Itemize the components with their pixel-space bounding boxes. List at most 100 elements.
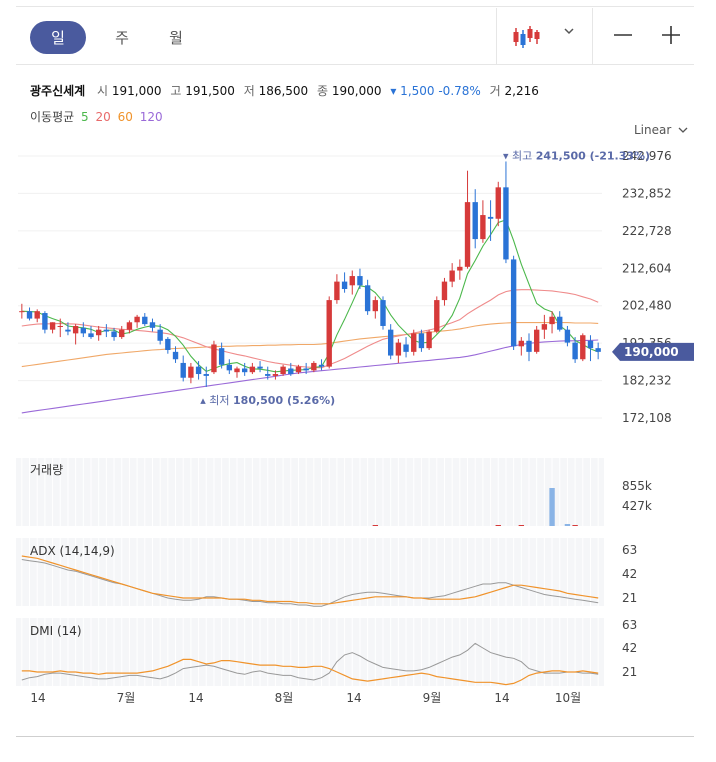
candle [311, 361, 317, 373]
candle [95, 325, 102, 341]
dmi-tick-label: 63 [622, 618, 637, 632]
candle [495, 181, 501, 227]
candle [226, 359, 233, 375]
adx-title: ADX (14,14,9) [30, 544, 115, 558]
candle-body [449, 270, 455, 282]
candle [372, 296, 379, 319]
candle-body [142, 316, 148, 325]
price-tick-label: 172,108 [622, 411, 672, 425]
candle [211, 340, 217, 375]
candle [195, 361, 202, 380]
bottom-divider [16, 736, 694, 737]
candle-body [411, 333, 417, 352]
candle-body [357, 276, 363, 286]
candle-body [257, 366, 263, 369]
candle-body [557, 316, 563, 330]
candle-body [380, 300, 386, 326]
x-tick-label: 8월 [275, 691, 294, 705]
candle-body [103, 329, 110, 332]
candle [426, 329, 432, 351]
candle [464, 170, 471, 269]
volume-panel [16, 458, 604, 526]
candle-body [395, 342, 402, 356]
volume-bar [549, 488, 555, 526]
max-label: ▾ 최고 [503, 149, 536, 162]
adx-tick-label: 42 [622, 567, 637, 581]
candle-body [311, 362, 317, 371]
candle-body [172, 351, 179, 360]
candle-body [234, 368, 240, 373]
volume-bar [495, 525, 501, 526]
candle-body [195, 366, 202, 375]
candle-body [441, 281, 448, 301]
candle-body [280, 366, 286, 375]
candle-body [426, 331, 432, 349]
candle [364, 279, 371, 315]
dmi-title: DMI (14) [30, 624, 82, 638]
candle-body [42, 313, 48, 330]
adx-tick-label: 21 [622, 591, 637, 605]
candle [234, 366, 240, 378]
candle [526, 333, 532, 362]
candle-body [503, 187, 509, 260]
candle-body [19, 311, 25, 313]
candle-body [495, 187, 501, 219]
candle-body [480, 215, 486, 240]
candle-body [88, 333, 94, 338]
candle [533, 325, 540, 354]
candle [472, 189, 478, 249]
candle-body [80, 327, 87, 334]
candle [587, 335, 594, 362]
candle [257, 361, 263, 373]
price-tick-label: 182,232 [622, 374, 672, 388]
candle-body [49, 322, 56, 330]
candle-body [533, 329, 540, 352]
candle [165, 337, 171, 354]
candle-body [149, 322, 156, 328]
volume-bar [572, 525, 578, 526]
candle-body [249, 366, 256, 373]
candle-body [457, 266, 463, 271]
candle-body [72, 325, 79, 334]
candle-body [541, 324, 548, 330]
candle [387, 324, 394, 360]
x-tick-label: 9월 [423, 691, 442, 705]
candle-body [510, 259, 517, 347]
candle-body [418, 333, 425, 349]
candle-body [595, 348, 601, 352]
candle [42, 311, 48, 334]
candle-body [572, 342, 578, 360]
candle [518, 337, 525, 356]
candle-body [288, 368, 294, 375]
candle [134, 314, 140, 328]
candle [72, 324, 79, 345]
volume-bar [564, 524, 571, 526]
candle-body [434, 300, 440, 332]
candle [411, 329, 417, 356]
volume-tick-label: 427k [622, 499, 652, 513]
candle [142, 313, 148, 326]
candle-body [518, 340, 525, 347]
candle-body [364, 285, 371, 312]
candle [280, 364, 286, 376]
candle-body [334, 281, 340, 301]
candle [403, 337, 409, 358]
candle [34, 309, 40, 323]
candle-body [165, 338, 171, 351]
min-label: ▴ 최저 [200, 394, 233, 407]
candle-body [372, 300, 379, 312]
candle [349, 270, 355, 295]
candle [326, 296, 332, 369]
x-tick-label: 10월 [555, 691, 581, 705]
candle [510, 255, 517, 351]
candle [487, 200, 494, 241]
candle-body [111, 331, 117, 338]
min-price-annotation: ▴ 최저 180,500 (5.26%) [200, 394, 335, 407]
candle [449, 263, 455, 288]
price-tick-label: 222,728 [622, 224, 672, 238]
x-tick-label: 14 [188, 691, 203, 705]
candle [434, 296, 440, 334]
candle [57, 318, 63, 338]
adx-tick-label: 63 [622, 543, 637, 557]
candle-body [387, 329, 394, 356]
